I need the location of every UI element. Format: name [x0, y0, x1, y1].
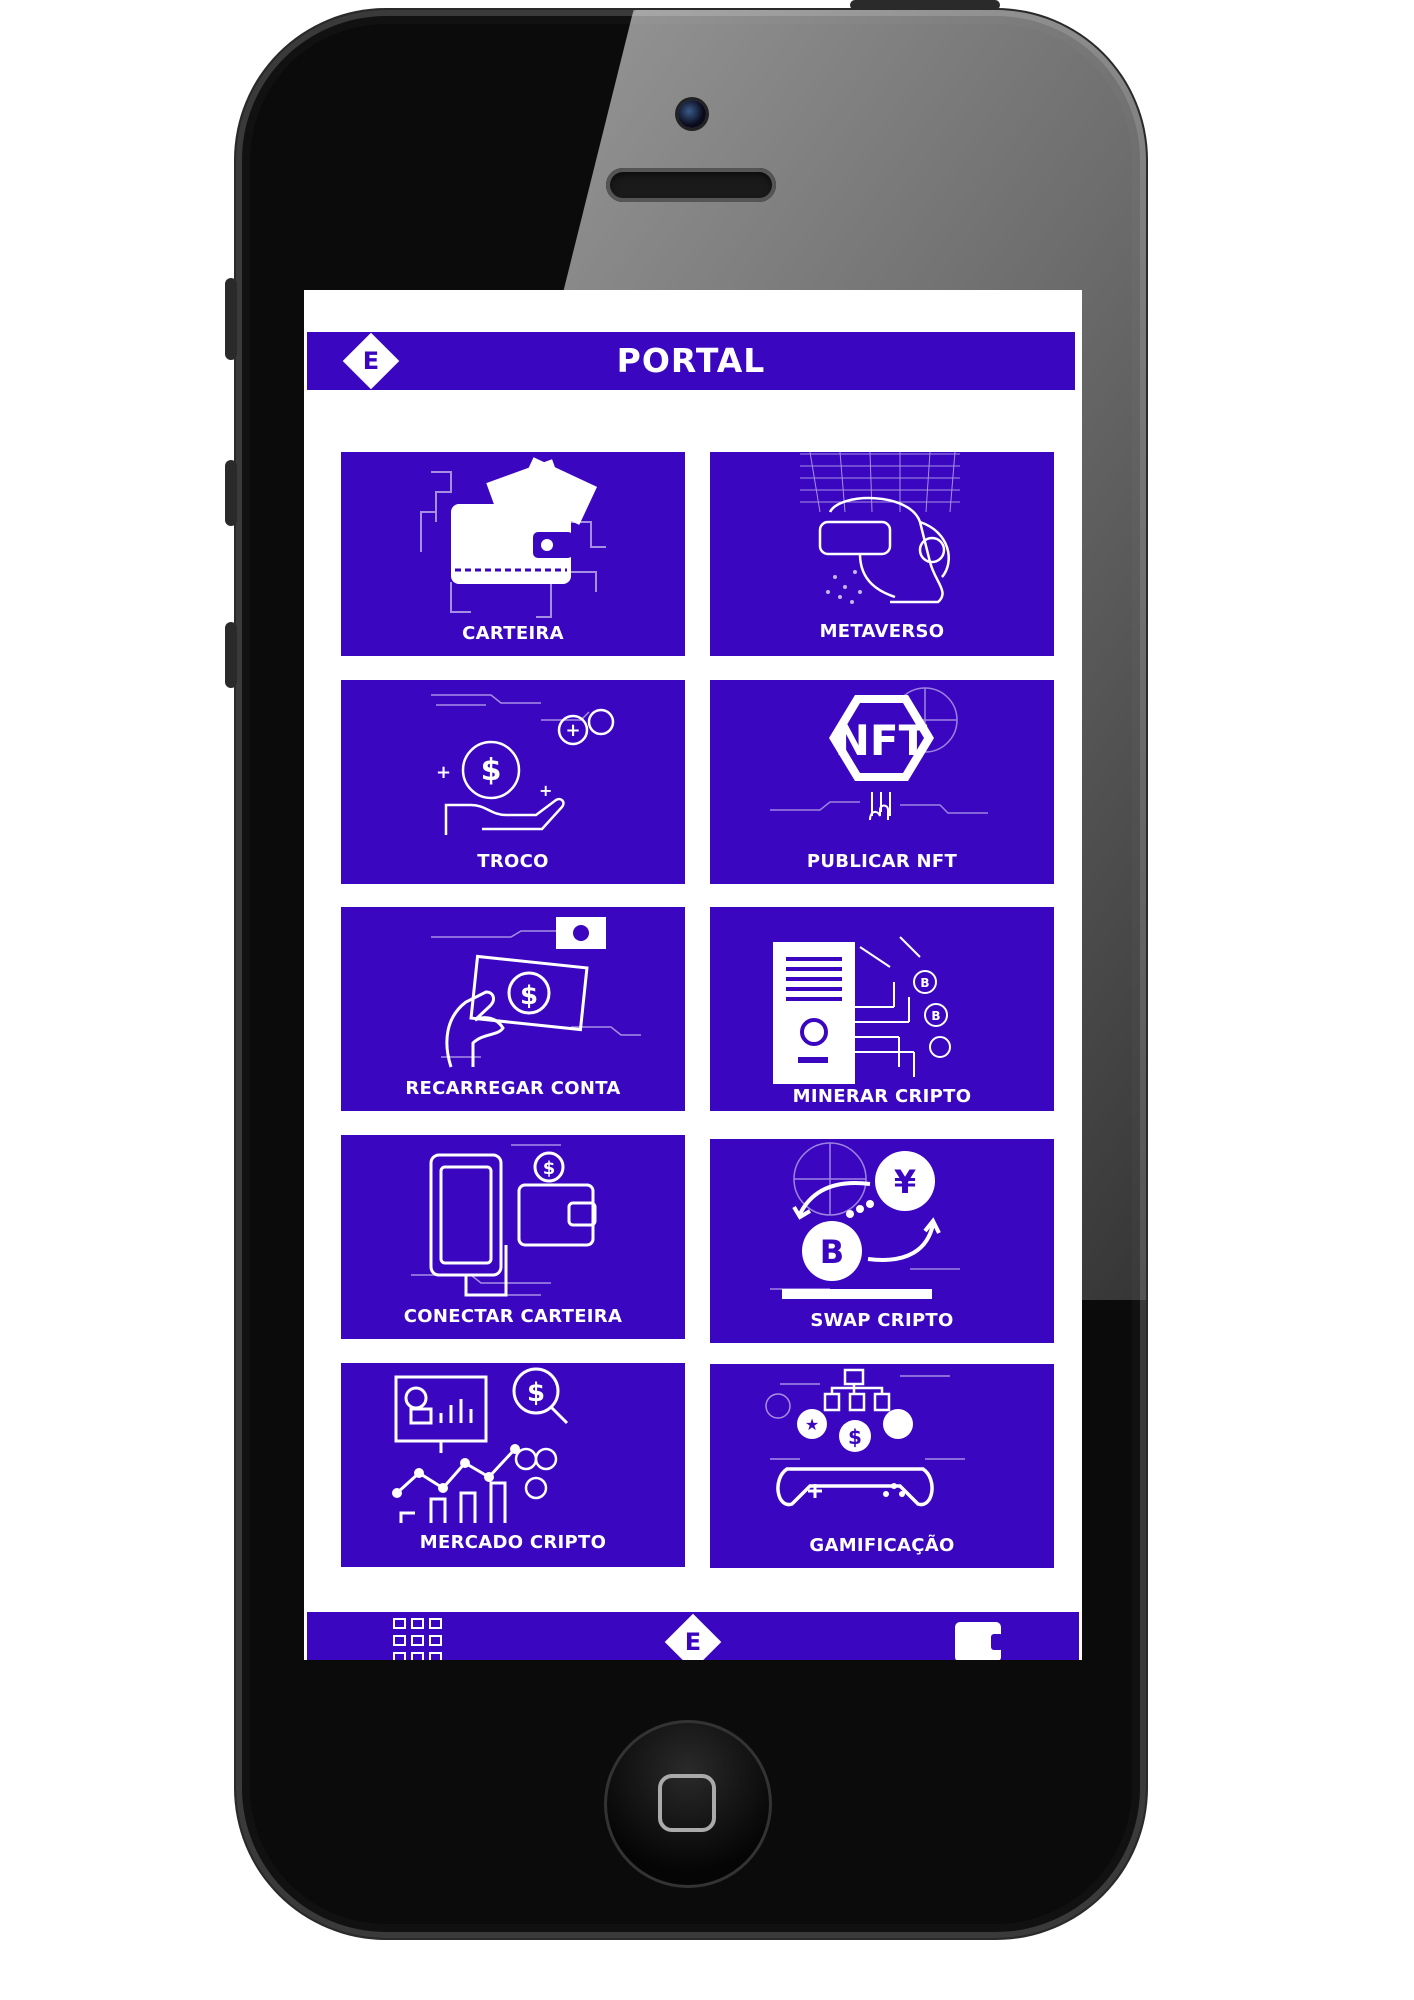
svg-text:+: +: [436, 762, 451, 783]
tile-minerar-cripto[interactable]: B B MINERAR CRIPTO: [710, 907, 1054, 1111]
svg-text:$: $: [481, 753, 502, 788]
top-bar: E PORTAL: [307, 332, 1075, 390]
tile-gamificacao[interactable]: $ ★ GAMIFICAÇÃO: [710, 1364, 1054, 1568]
svg-text:$: $: [527, 1378, 545, 1408]
mute-switch: [225, 278, 237, 360]
tile-metaverso[interactable]: METAVERSO: [710, 452, 1054, 656]
svg-text:¥: ¥: [894, 1163, 916, 1201]
tile-label: METAVERSO: [819, 621, 945, 642]
svg-text:+: +: [565, 720, 580, 741]
volume-down-button: [225, 622, 237, 688]
tile-publicar-nft[interactable]: NFT PUBLICAR NFT: [710, 680, 1054, 884]
tile-recarregar-conta[interactable]: $ RECARREGAR CONTA: [341, 907, 685, 1111]
tile-label: TROCO: [477, 851, 549, 872]
svg-text:B: B: [820, 1233, 844, 1271]
app-screen: E PORTAL CARTEIRA METAVERSO $ + + + TROC…: [304, 290, 1082, 1660]
wallet-icon[interactable]: [955, 1622, 1003, 1660]
svg-text:B: B: [920, 976, 929, 990]
home-button[interactable]: [604, 1720, 772, 1888]
tile-label: PUBLICAR NFT: [806, 851, 958, 872]
bottom-navigation: E: [307, 1612, 1079, 1660]
tile-label: GAMIFICAÇÃO: [809, 1535, 955, 1556]
svg-text:$: $: [543, 1158, 556, 1179]
tile-troco[interactable]: $ + + + TROCO: [341, 680, 685, 884]
tile-swap-cripto[interactable]: ¥ B SWAP CRIPTO: [710, 1139, 1054, 1343]
svg-text:+: +: [539, 781, 552, 800]
home-logo-icon[interactable]: E: [664, 1613, 722, 1660]
volume-up-button: [225, 460, 237, 526]
page-title: PORTAL: [616, 341, 766, 380]
tile-label: SWAP CRIPTO: [810, 1310, 954, 1331]
logo-letter: E: [684, 1628, 702, 1656]
svg-text:$: $: [848, 1425, 862, 1449]
power-button: [850, 0, 1000, 10]
tile-mercado-cripto[interactable]: $ MERCADO CRIPTO: [341, 1363, 685, 1567]
tile-label: CONECTAR CARTEIRA: [403, 1306, 623, 1327]
svg-text:$: $: [520, 981, 538, 1011]
earpiece-speaker: [606, 168, 776, 202]
grid-menu-icon[interactable]: [393, 1618, 447, 1660]
tile-conectar-carteira[interactable]: $ CONECTAR CARTEIRA: [341, 1135, 685, 1339]
tile-label: MINERAR CRIPTO: [792, 1086, 972, 1107]
tile-carteira[interactable]: CARTEIRA: [341, 452, 685, 656]
mining-server-icon: B B: [773, 936, 951, 1084]
tile-label: RECARREGAR CONTA: [405, 1078, 621, 1099]
svg-text:NFT: NFT: [835, 716, 928, 765]
tile-label: CARTEIRA: [462, 623, 564, 644]
front-camera: [678, 100, 706, 128]
tile-label: MERCADO CRIPTO: [419, 1532, 607, 1553]
svg-text:★: ★: [805, 1415, 819, 1434]
home-square-icon: [658, 1774, 716, 1832]
svg-text:B: B: [931, 1009, 940, 1023]
